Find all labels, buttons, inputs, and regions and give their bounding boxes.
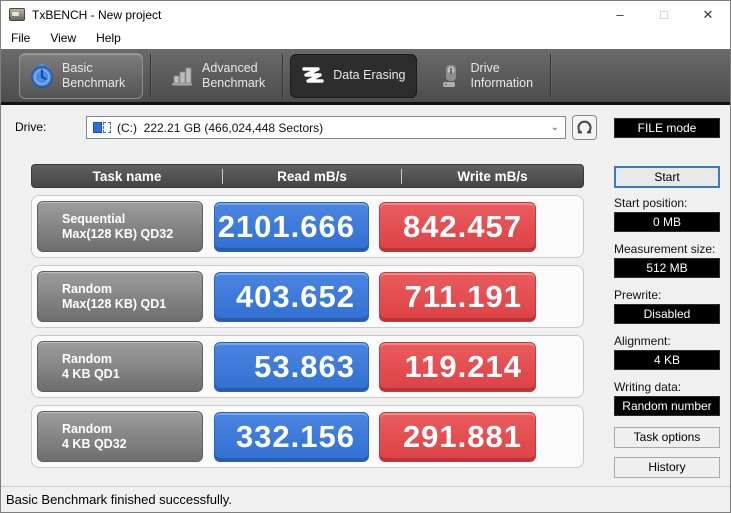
write-value: 842.457 — [379, 202, 536, 252]
table-header: Task name Read mB/s Write mB/s — [31, 164, 584, 188]
task-label: RandomMax(128 KB) QD1 — [37, 271, 203, 322]
app-icon — [9, 8, 25, 21]
task-options-button[interactable]: Task options — [614, 427, 720, 448]
read-value: 2101.666 — [214, 202, 369, 252]
prewrite-value[interactable]: Disabled — [614, 304, 720, 324]
header-task-name: Task name — [32, 169, 222, 184]
tab-driveinfo-label: DriveInformation — [471, 61, 534, 91]
table-row: SequentialMax(128 KB) QD32 2101.666 842.… — [31, 195, 584, 258]
status-message: Basic Benchmark finished successfully. — [6, 492, 232, 507]
table-row: RandomMax(128 KB) QD1 403.652 711.191 — [31, 265, 584, 328]
read-value: 332.156 — [214, 412, 369, 462]
write-value: 291.881 — [379, 412, 536, 462]
chevron-down-icon: ⌄ — [551, 122, 559, 133]
menu-bar: File View Help — [1, 28, 730, 49]
header-divider — [222, 169, 223, 184]
tab-strip: BasicBenchmark AdvancedBenchmark Data Er… — [1, 49, 730, 105]
bar-chart-icon — [170, 65, 194, 87]
task-label: Random4 KB QD32 — [37, 411, 203, 462]
menu-help[interactable]: Help — [86, 28, 131, 49]
tab-separator — [150, 54, 151, 98]
tab-data-erasing[interactable]: Data Erasing — [290, 54, 416, 98]
start-position-label: Start position: — [614, 196, 720, 210]
tab-advanced-label: AdvancedBenchmark — [202, 61, 265, 91]
tab-basic-label: BasicBenchmark — [62, 61, 125, 91]
writing-data-label: Writing data: — [614, 380, 720, 394]
drive-partition-icon — [93, 122, 111, 133]
start-position-value[interactable]: 0 MB — [614, 212, 720, 232]
drive-selected-value: (C:) 222.21 GB (466,024,448 Sectors) — [117, 121, 323, 135]
measurement-size-value[interactable]: 512 MB — [614, 258, 720, 278]
title-bar: TxBENCH - New project – □ ✕ — [1, 1, 730, 28]
content-area: Drive: (C:) 222.21 GB (466,024,448 Secto… — [1, 105, 730, 488]
tab-separator — [282, 54, 283, 98]
window-controls: – □ ✕ — [598, 1, 730, 28]
drive-info-icon — [439, 63, 463, 89]
alignment-label: Alignment: — [614, 334, 720, 348]
table-row: Random4 KB QD1 53.863 119.214 — [31, 335, 584, 398]
write-value: 711.191 — [379, 272, 536, 322]
header-read: Read mB/s — [223, 169, 401, 184]
drive-label: Drive: — [15, 120, 46, 134]
writing-data-value[interactable]: Random number — [614, 396, 720, 416]
header-write: Write mB/s — [402, 169, 583, 184]
minimize-button[interactable]: – — [598, 1, 642, 28]
settings-panel: Start Start position: 0 MB Measurement s… — [614, 105, 720, 488]
table-row: Random4 KB QD32 332.156 291.881 — [31, 405, 584, 468]
measurement-size-label: Measurement size: — [614, 242, 720, 256]
drive-select[interactable]: (C:) 222.21 GB (466,024,448 Sectors) ⌄ — [86, 116, 566, 139]
prewrite-label: Prewrite: — [614, 288, 720, 302]
status-bar: Basic Benchmark finished successfully. — [1, 486, 730, 512]
header-divider — [401, 169, 402, 184]
read-value: 53.863 — [214, 342, 369, 392]
txbench-window: TxBENCH - New project – □ ✕ File View He… — [0, 0, 731, 513]
tab-advanced-benchmark[interactable]: AdvancedBenchmark — [160, 53, 275, 99]
task-label: SequentialMax(128 KB) QD32 — [37, 201, 203, 252]
results-table: Task name Read mB/s Write mB/s Sequentia… — [31, 164, 584, 468]
tab-drive-information[interactable]: DriveInformation — [429, 53, 544, 99]
tab-basic-benchmark[interactable]: BasicBenchmark — [19, 53, 143, 99]
read-value: 403.652 — [214, 272, 369, 322]
alignment-value[interactable]: 4 KB — [614, 350, 720, 370]
refresh-drives-button[interactable] — [572, 115, 597, 140]
tab-separator — [550, 54, 551, 98]
erase-zigzag-icon — [301, 66, 325, 86]
start-button[interactable]: Start — [614, 166, 720, 188]
window-title: TxBENCH - New project — [32, 8, 161, 22]
menu-view[interactable]: View — [40, 28, 86, 49]
stopwatch-icon — [30, 63, 54, 89]
refresh-icon — [576, 119, 593, 136]
write-value: 119.214 — [379, 342, 536, 392]
tab-erasing-label: Data Erasing — [333, 68, 405, 83]
menu-file[interactable]: File — [1, 28, 40, 49]
maximize-button[interactable]: □ — [642, 1, 686, 28]
task-label: Random4 KB QD1 — [37, 341, 203, 392]
history-button[interactable]: History — [614, 457, 720, 478]
close-button[interactable]: ✕ — [686, 1, 730, 28]
